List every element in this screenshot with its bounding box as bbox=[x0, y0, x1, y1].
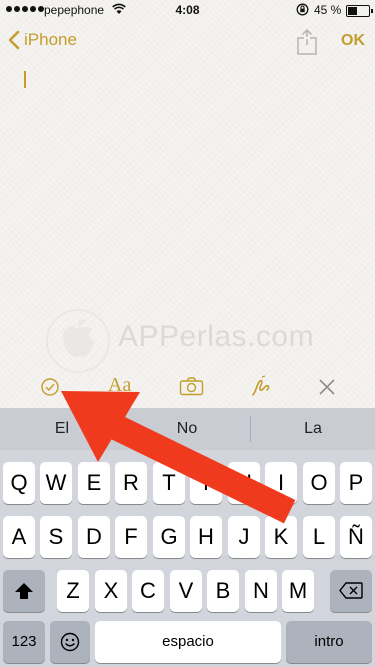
watermark-text: APPerlas.com bbox=[118, 320, 315, 353]
share-icon bbox=[297, 28, 317, 55]
key-t[interactable]: T bbox=[153, 462, 185, 504]
key-v[interactable]: V bbox=[170, 570, 202, 612]
close-icon bbox=[319, 379, 335, 395]
camera-button[interactable] bbox=[179, 376, 204, 401]
prediction-1[interactable]: El bbox=[0, 408, 124, 450]
numbers-key[interactable]: 123 bbox=[3, 621, 45, 663]
shift-key[interactable] bbox=[3, 570, 45, 612]
key-i[interactable]: I bbox=[265, 462, 297, 504]
battery-icon bbox=[346, 5, 373, 17]
text-cursor bbox=[24, 71, 26, 88]
close-toolbar-button[interactable] bbox=[318, 378, 336, 401]
key-n[interactable]: N bbox=[245, 570, 277, 612]
back-button[interactable]: iPhone bbox=[8, 30, 77, 50]
key-k[interactable]: K bbox=[265, 516, 297, 558]
emoji-key[interactable] bbox=[50, 621, 90, 663]
chevron-left-icon bbox=[8, 30, 20, 50]
key-o[interactable]: O bbox=[303, 462, 335, 504]
key-d[interactable]: D bbox=[78, 516, 110, 558]
checklist-button[interactable] bbox=[40, 377, 60, 402]
keyboard: El No La Q W E R T Y U I O P A S D F G H… bbox=[0, 408, 375, 667]
return-key[interactable]: intro bbox=[286, 621, 372, 663]
key-w[interactable]: W bbox=[40, 462, 72, 504]
camera-icon bbox=[179, 377, 204, 396]
key-e[interactable]: E bbox=[78, 462, 110, 504]
share-button[interactable] bbox=[296, 28, 318, 61]
format-icon: Aa bbox=[108, 374, 132, 396]
key-q[interactable]: Q bbox=[3, 462, 35, 504]
note-toolbar: Aa bbox=[0, 366, 375, 408]
battery-percent: 45 % bbox=[314, 3, 342, 17]
key-r[interactable]: R bbox=[115, 462, 147, 504]
key-j[interactable]: J bbox=[228, 516, 260, 558]
key-z[interactable]: Z bbox=[57, 570, 89, 612]
key-p[interactable]: P bbox=[340, 462, 372, 504]
navigation-bar: iPhone OK bbox=[0, 20, 375, 64]
sketch-icon bbox=[252, 375, 270, 396]
rotation-lock-icon bbox=[296, 3, 309, 16]
format-button[interactable]: Aa bbox=[108, 374, 131, 397]
ok-button[interactable]: OK bbox=[341, 32, 365, 50]
predictive-text-bar: El No La bbox=[0, 408, 375, 450]
shift-icon bbox=[15, 583, 33, 599]
key-enye[interactable]: Ñ bbox=[340, 516, 372, 558]
prediction-3[interactable]: La bbox=[251, 408, 375, 450]
key-b[interactable]: B bbox=[207, 570, 239, 612]
key-x[interactable]: X bbox=[95, 570, 127, 612]
apple-logo-watermark-icon bbox=[46, 309, 110, 373]
key-m[interactable]: M bbox=[282, 570, 314, 612]
back-button-label: iPhone bbox=[24, 30, 77, 49]
checklist-icon bbox=[41, 378, 59, 396]
key-h[interactable]: H bbox=[190, 516, 222, 558]
key-a[interactable]: A bbox=[3, 516, 35, 558]
backspace-icon bbox=[339, 582, 363, 599]
delete-key[interactable] bbox=[330, 570, 372, 612]
sketch-button[interactable] bbox=[250, 374, 272, 403]
space-key[interactable]: espacio bbox=[95, 621, 281, 663]
emoji-icon bbox=[60, 632, 80, 652]
key-f[interactable]: F bbox=[115, 516, 147, 558]
prediction-2[interactable]: No bbox=[125, 408, 249, 450]
key-g[interactable]: G bbox=[153, 516, 185, 558]
key-y[interactable]: Y bbox=[190, 462, 222, 504]
key-s[interactable]: S bbox=[40, 516, 72, 558]
key-l[interactable]: L bbox=[303, 516, 335, 558]
key-u[interactable]: U bbox=[228, 462, 260, 504]
key-c[interactable]: C bbox=[132, 570, 164, 612]
status-bar: pepephone 4:08 45 % bbox=[0, 0, 375, 20]
